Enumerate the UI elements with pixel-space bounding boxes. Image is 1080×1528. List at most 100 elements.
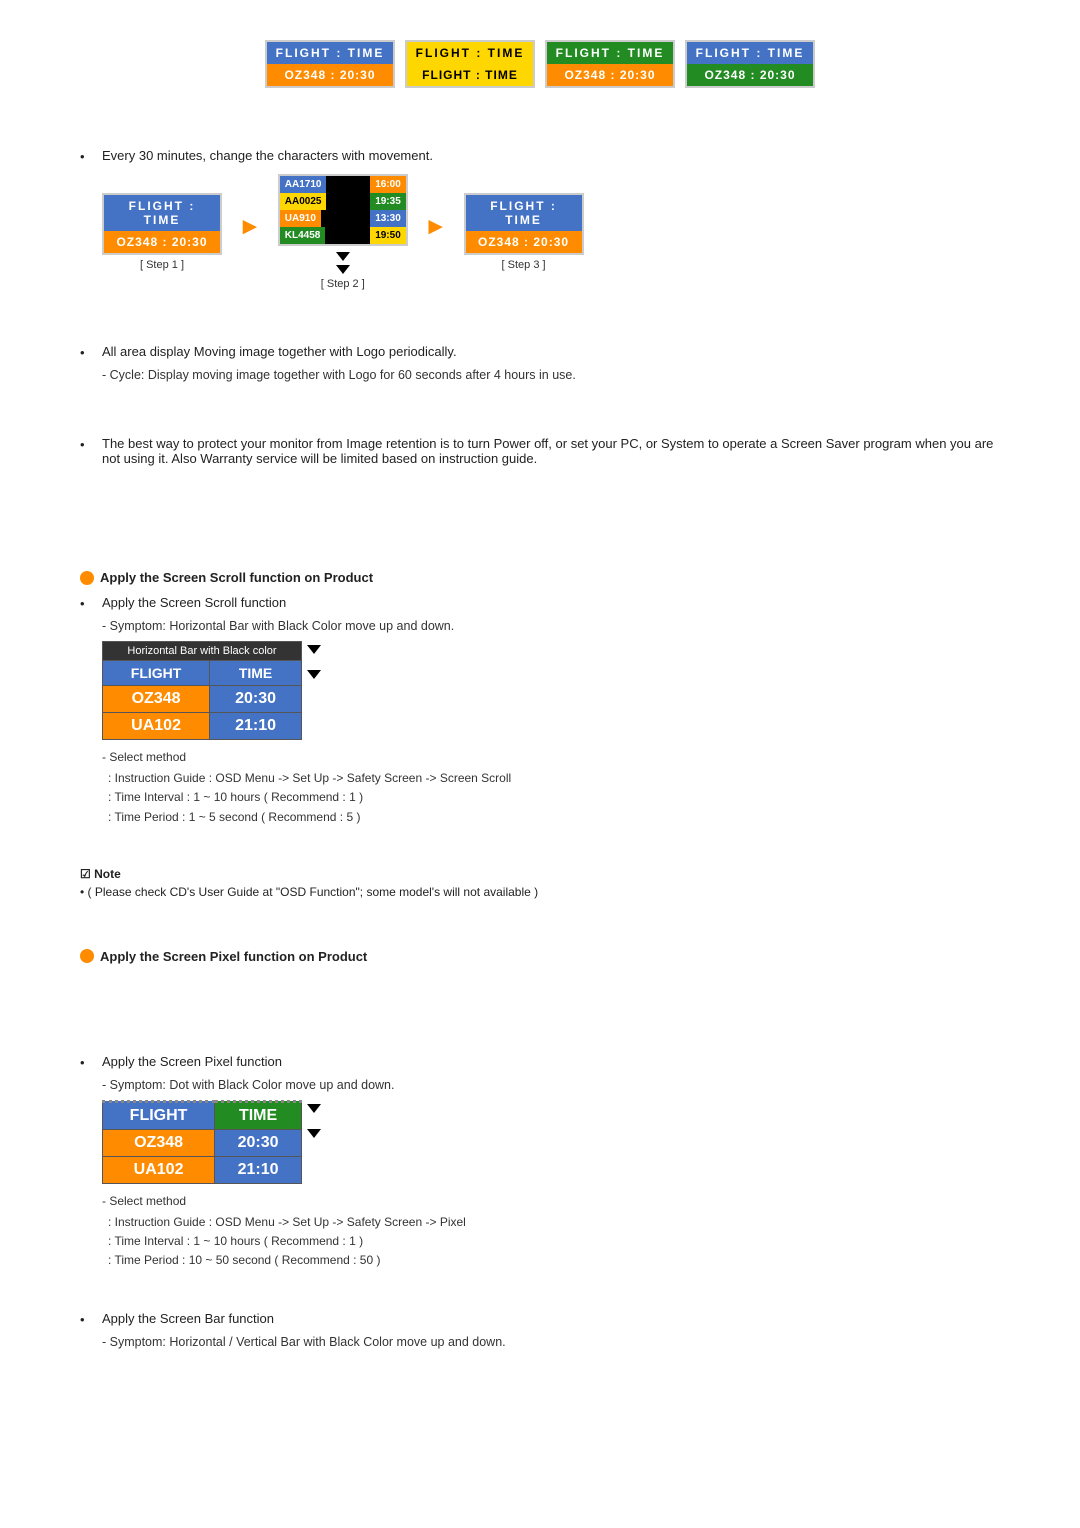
section1-method-line2: : Time Interval : 1 ~ 10 hours ( Recomme…: [102, 788, 1000, 807]
demo-row-flight-header: FLIGHT TIME: [103, 661, 302, 686]
scroll-demo-table-container: Horizontal Bar with Black color FLIGHT T…: [102, 641, 302, 740]
pixel-demo-table: FLIGHT TIME OZ348 20:30 UA102 21:10: [102, 1100, 302, 1184]
step2-row1: AA1710 16:00: [280, 176, 406, 193]
section2-method-line3: : Time Period : 10 ~ 50 second ( Recomme…: [102, 1251, 1000, 1270]
demo-row-oz348: OZ348 20:30: [103, 686, 302, 713]
section1-icon: [80, 571, 94, 585]
section1-bullet1-text: Apply the Screen Scroll function: [102, 595, 286, 610]
card1-top: FLIGHT : TIME: [267, 42, 393, 64]
step2-block: AA1710 16:00 AA0025 19:35 UA910 13:30 KL…: [278, 174, 408, 290]
section3-bullet1: • Apply the Screen Bar function: [80, 1311, 1000, 1327]
flight-card-1: FLIGHT : TIME OZ348 : 20:30: [265, 40, 395, 88]
pixel-arrow-2: [307, 1129, 321, 1138]
section3-sub1: - Symptom: Horizontal / Vertical Bar wit…: [102, 1335, 1000, 1349]
card3-bottom: OZ348 : 20:30: [547, 64, 673, 86]
section2-dot1: •: [80, 1055, 96, 1070]
pixel-cell-ua: UA102: [103, 1156, 215, 1183]
step2-cell-1: AA1710: [280, 176, 327, 193]
section1-method-line1: : Instruction Guide : OSD Menu -> Set Up…: [102, 769, 1000, 788]
section2-spacer: [80, 974, 1000, 1054]
step2-cell-7: KL4458: [280, 227, 326, 244]
section2-title: Apply the Screen Pixel function on Produ…: [100, 949, 367, 964]
section1-bullet1: • Apply the Screen Scroll function: [80, 595, 1000, 611]
pixel-demo-table-container: FLIGHT TIME OZ348 20:30 UA102 21:10: [102, 1100, 302, 1184]
step-arrow-2: ►: [424, 213, 448, 241]
bullet-dot-3: •: [80, 437, 96, 452]
bullet-dot-1: •: [80, 149, 96, 164]
flight-cards-section: FLIGHT : TIME OZ348 : 20:30 FLIGHT : TIM…: [80, 40, 1000, 88]
section3-dot1: •: [80, 1312, 96, 1327]
pixel-row-oz: OZ348 20:30: [103, 1129, 302, 1156]
section2-bullet1: • Apply the Screen Pixel function: [80, 1054, 1000, 1070]
section2-method-line2: : Time Interval : 1 ~ 10 hours ( Recomme…: [102, 1232, 1000, 1251]
bullet-item-3: • The best way to protect your monitor f…: [80, 436, 1000, 466]
section1-method-title: - Select method: [102, 748, 1000, 767]
bullet-item-1: • Every 30 minutes, change the character…: [80, 148, 1000, 164]
section2-method-title: - Select method: [102, 1192, 1000, 1211]
section2-content: • Apply the Screen Pixel function - Symp…: [80, 1054, 1000, 1271]
step2-label: [ Step 2 ]: [321, 278, 365, 290]
section1-method: - Select method : Instruction Guide : OS…: [102, 748, 1000, 827]
scroll-arrow-1: [307, 645, 321, 654]
section1-title: Apply the Screen Scroll function on Prod…: [100, 570, 373, 585]
section3-content: • Apply the Screen Bar function - Sympto…: [80, 1311, 1000, 1349]
section2-bullet1-text: Apply the Screen Pixel function: [102, 1054, 282, 1069]
flight-card-4: FLIGHT : TIME OZ348 : 20:30: [685, 40, 815, 88]
card1-bottom: OZ348 : 20:30: [267, 64, 393, 86]
step3-top: FLIGHT : TIME: [466, 195, 582, 231]
pixel-cell-oz: OZ348: [103, 1129, 215, 1156]
bullet-item-2: • All area display Moving image together…: [80, 344, 1000, 360]
section1-method-line3: : Time Period : 1 ~ 5 second ( Recommend…: [102, 808, 1000, 827]
step3-label: [ Step 3 ]: [502, 259, 546, 271]
demo-cell-flight: FLIGHT: [103, 661, 210, 686]
step1-block: FLIGHT : TIME OZ348 : 20:30 [ Step 1 ]: [102, 193, 222, 271]
pixel-cell-time: TIME: [215, 1101, 302, 1129]
step2-cell-4: 19:35: [370, 193, 406, 210]
step2-cell-2: 16:00: [370, 176, 406, 193]
pixel-cell-flight: FLIGHT: [103, 1101, 215, 1129]
card4-bottom: OZ348 : 20:30: [687, 64, 813, 86]
bullet-dot-2: •: [80, 345, 96, 360]
card3-top: FLIGHT : TIME: [547, 42, 673, 64]
section1-dot1: •: [80, 596, 96, 611]
pixel-arrows: [307, 1104, 321, 1138]
step-arrow-1: ►: [238, 213, 262, 241]
bullet-section-2: • All area display Moving image together…: [80, 344, 1000, 382]
bullet-section-3: • The best way to protect your monitor f…: [80, 436, 1000, 466]
pixel-row-header: FLIGHT TIME: [103, 1101, 302, 1129]
section1-header: Apply the Screen Scroll function on Prod…: [80, 570, 1000, 585]
demo-cell-ua: UA102: [103, 713, 210, 740]
step1-top: FLIGHT : TIME: [104, 195, 220, 231]
card2-bottom: FLIGHT : TIME: [407, 64, 533, 86]
step3-card: FLIGHT : TIME OZ348 : 20:30: [464, 193, 584, 255]
scroll-arrows: [307, 645, 321, 679]
demo-cell-oz-time: 20:30: [210, 686, 302, 713]
step2-arrow-up: [336, 252, 350, 261]
bullet-text-2: All area display Moving image together w…: [102, 344, 457, 359]
bullet-sub-2: - Cycle: Display moving image together w…: [102, 368, 1000, 382]
demo-header-text: Horizontal Bar with Black color: [103, 642, 302, 661]
step2-cell-5: UA910: [280, 210, 321, 227]
step1-bottom: OZ348 : 20:30: [104, 231, 220, 253]
step1-label: [ Step 1 ]: [140, 259, 184, 271]
section2-icon: [80, 949, 94, 963]
bullet-section-1: • Every 30 minutes, change the character…: [80, 148, 1000, 290]
demo-cell-oz: OZ348: [103, 686, 210, 713]
note-section: ☑ Note • ( Please check CD's User Guide …: [80, 867, 1000, 899]
section2-header: Apply the Screen Pixel function on Produ…: [80, 949, 1000, 964]
section2-method: - Select method : Instruction Guide : OS…: [102, 1192, 1000, 1271]
step3-bottom: OZ348 : 20:30: [466, 231, 582, 253]
note-text: • ( Please check CD's User Guide at "OSD…: [80, 885, 1000, 899]
scroll-arrow-2: [307, 670, 321, 679]
pixel-cell-oz-time: 20:30: [215, 1129, 302, 1156]
demo-row-ua102: UA102 21:10: [103, 713, 302, 740]
bullet-text-3: The best way to protect your monitor fro…: [102, 436, 1000, 466]
step2-cell-6: 13:30: [370, 210, 406, 227]
note-label: ☑ Note: [80, 867, 1000, 881]
scroll-demo-table: Horizontal Bar with Black color FLIGHT T…: [102, 641, 302, 740]
step2-row4: KL4458 19:50: [280, 227, 406, 244]
step2-cell-3: AA0025: [280, 193, 327, 210]
section3-bullet1-text: Apply the Screen Bar function: [102, 1311, 274, 1326]
steps-row: FLIGHT : TIME OZ348 : 20:30 [ Step 1 ] ►…: [102, 174, 1000, 290]
step1-card: FLIGHT : TIME OZ348 : 20:30: [102, 193, 222, 255]
